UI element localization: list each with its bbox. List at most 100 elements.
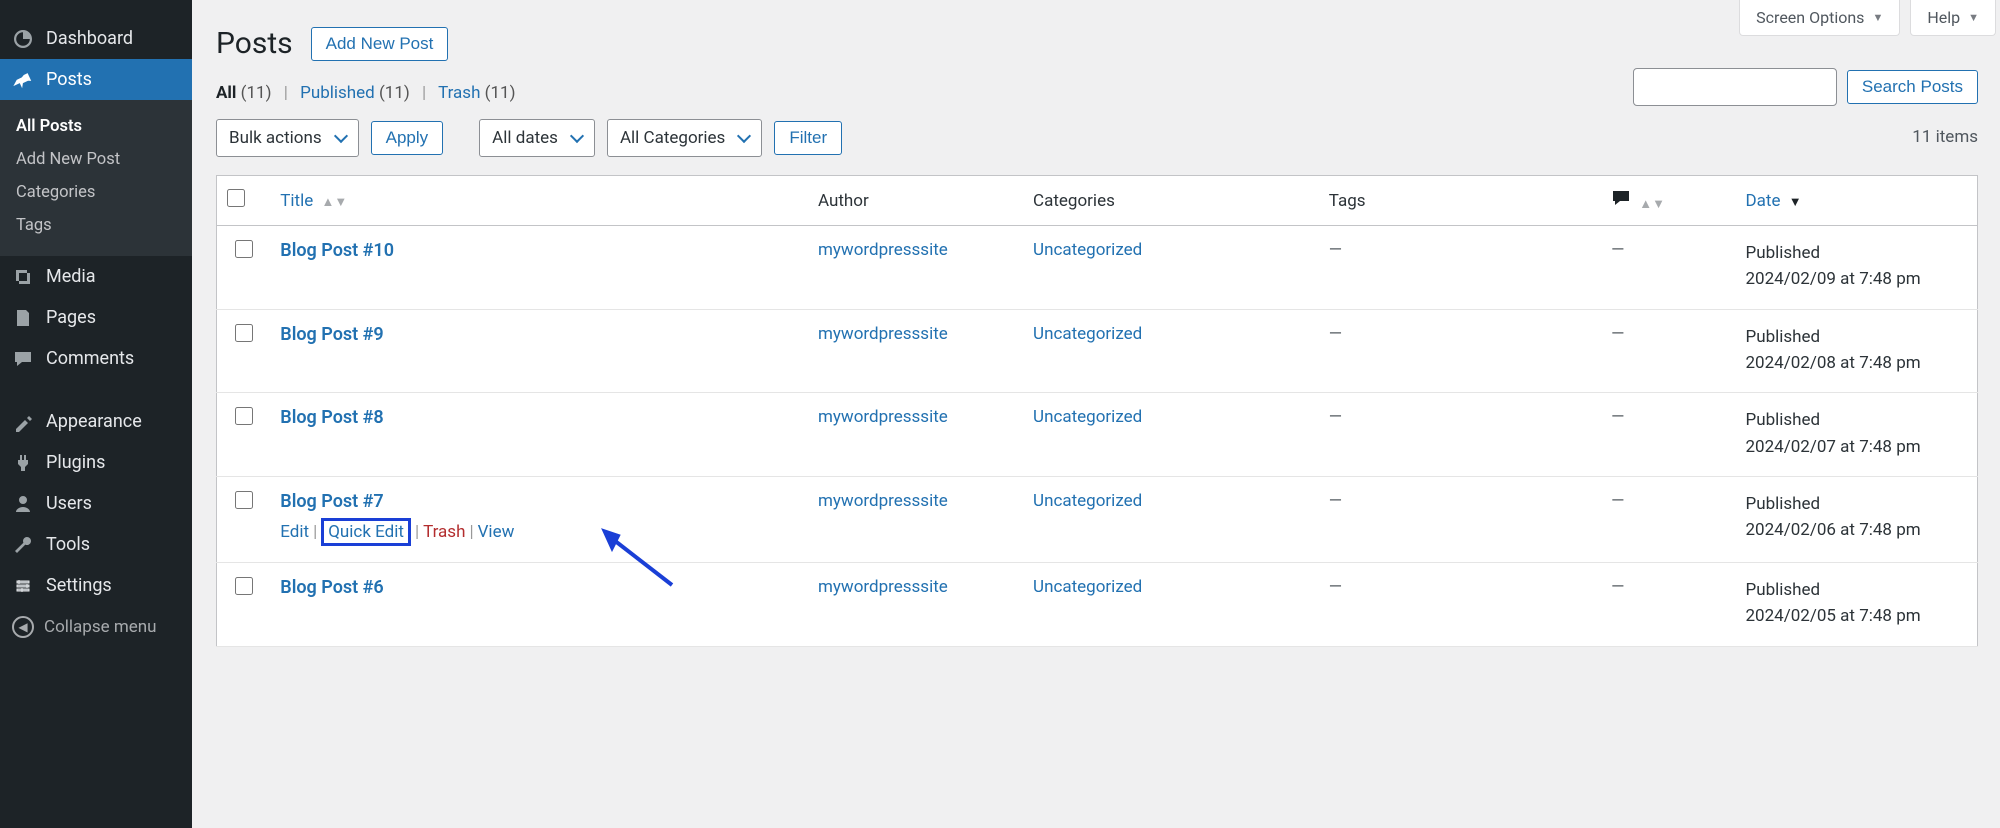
collapse-label: Collapse menu <box>44 617 157 637</box>
post-category-link[interactable]: Uncategorized <box>1033 491 1142 511</box>
status-published[interactable]: Published <box>300 83 375 103</box>
post-comments: — <box>1601 309 1735 393</box>
submenu-categories[interactable]: Categories <box>0 176 192 209</box>
page-title: Posts <box>216 26 293 61</box>
filter-row: Bulk actions Apply All dates All Categor… <box>216 119 1978 157</box>
help-button[interactable]: Help ▼ <box>1910 0 1996 36</box>
row-checkbox[interactable] <box>235 324 253 342</box>
menu-posts-label: Posts <box>46 69 92 90</box>
row-action-trash[interactable]: Trash <box>423 522 465 542</box>
post-title-link[interactable]: Blog Post #8 <box>280 407 383 428</box>
row-action-edit[interactable]: Edit <box>280 522 309 542</box>
row-checkbox[interactable] <box>235 407 253 425</box>
post-tags: — <box>1319 393 1601 477</box>
category-filter-select[interactable]: All Categories <box>607 119 762 157</box>
filter-button[interactable]: Filter <box>774 121 842 155</box>
add-new-post-button[interactable]: Add New Post <box>311 27 449 61</box>
table-row: Blog Post #9 mywordpresssite Uncategoriz… <box>217 309 1978 393</box>
page-header: Posts Add New Post <box>216 26 1978 61</box>
row-action-quick-edit[interactable]: Quick Edit <box>328 522 404 542</box>
menu-dashboard[interactable]: Dashboard <box>0 18 192 59</box>
submenu-add-new-post[interactable]: Add New Post <box>0 143 192 176</box>
submenu-tags[interactable]: Tags <box>0 209 192 242</box>
dashboard-icon <box>12 29 34 49</box>
bulk-actions-select[interactable]: Bulk actions <box>216 119 359 157</box>
post-title-link[interactable]: Blog Post #7 <box>280 491 383 512</box>
menu-dashboard-label: Dashboard <box>46 28 133 49</box>
post-category-link[interactable]: Uncategorized <box>1033 407 1142 427</box>
admin-sidebar: Dashboard Posts All Posts Add New Post C… <box>0 0 192 828</box>
post-title-link[interactable]: Blog Post #10 <box>280 240 394 261</box>
post-tags: — <box>1319 563 1601 647</box>
post-comments: — <box>1601 226 1735 310</box>
post-tags: — <box>1319 309 1601 393</box>
column-date[interactable]: Date <box>1746 191 1781 211</box>
post-date: Published2024/02/06 at 7:48 pm <box>1736 477 1978 563</box>
search-posts-button[interactable]: Search Posts <box>1847 70 1978 104</box>
menu-settings[interactable]: Settings <box>0 565 192 606</box>
menu-posts[interactable]: Posts <box>0 59 192 100</box>
post-date: Published2024/02/08 at 7:48 pm <box>1736 309 1978 393</box>
menu-plugins[interactable]: Plugins <box>0 442 192 483</box>
menu-pages-label: Pages <box>46 307 96 328</box>
post-comments: — <box>1601 563 1735 647</box>
menu-users-label: Users <box>46 493 92 514</box>
screen-options-button[interactable]: Screen Options ▼ <box>1739 0 1900 36</box>
submenu-all-posts[interactable]: All Posts <box>0 110 192 143</box>
post-date: Published2024/02/07 at 7:48 pm <box>1736 393 1978 477</box>
menu-users[interactable]: Users <box>0 483 192 524</box>
post-title-link[interactable]: Blog Post #6 <box>280 577 383 598</box>
row-actions: Edit|Quick Edit|Trash|View <box>280 518 798 546</box>
post-author-link[interactable]: mywordpresssite <box>818 240 948 260</box>
post-date: Published2024/02/05 at 7:48 pm <box>1736 563 1978 647</box>
row-action-view[interactable]: View <box>478 522 515 542</box>
row-checkbox[interactable] <box>235 240 253 258</box>
post-date: Published2024/02/09 at 7:48 pm <box>1736 226 1978 310</box>
menu-appearance[interactable]: Appearance <box>0 401 192 442</box>
status-all-count: (11) <box>241 83 272 103</box>
table-row: Blog Post #6 mywordpresssite Uncategoriz… <box>217 563 1978 647</box>
items-count: 11 items <box>1912 127 1978 147</box>
menu-tools[interactable]: Tools <box>0 524 192 565</box>
comments-column-icon[interactable] <box>1611 193 1635 213</box>
status-all[interactable]: All <box>216 83 236 103</box>
post-author-link[interactable]: mywordpresssite <box>818 407 948 427</box>
status-trash[interactable]: Trash <box>438 83 480 103</box>
status-published-count: (11) <box>379 83 410 103</box>
chevron-down-icon: ▼ <box>1968 11 1979 24</box>
apply-button[interactable]: Apply <box>371 121 444 155</box>
post-category-link[interactable]: Uncategorized <box>1033 577 1142 597</box>
sort-desc-icon: ▼ <box>1789 195 1802 210</box>
sort-icon: ▲▼ <box>321 195 347 210</box>
appearance-icon <box>12 412 34 432</box>
media-icon <box>12 267 34 287</box>
status-trash-count: (11) <box>485 83 516 103</box>
chevron-down-icon: ▼ <box>1872 11 1883 24</box>
post-title-link[interactable]: Blog Post #9 <box>280 324 383 345</box>
date-filter-select[interactable]: All dates <box>479 119 595 157</box>
menu-media[interactable]: Media <box>0 256 192 297</box>
post-category-link[interactable]: Uncategorized <box>1033 324 1142 344</box>
pages-icon <box>12 308 34 328</box>
row-checkbox[interactable] <box>235 491 253 509</box>
post-category-link[interactable]: Uncategorized <box>1033 240 1142 260</box>
post-author-link[interactable]: mywordpresssite <box>818 577 948 597</box>
menu-pages[interactable]: Pages <box>0 297 192 338</box>
posts-table: Title ▲▼ Author Categories Tags ▲▼ Date … <box>216 175 1978 647</box>
search-input[interactable] <box>1633 68 1837 106</box>
collapse-icon: ◀ <box>12 616 34 638</box>
column-categories: Categories <box>1023 176 1319 226</box>
post-author-link[interactable]: mywordpresssite <box>818 491 948 511</box>
settings-icon <box>12 576 34 596</box>
post-author-link[interactable]: mywordpresssite <box>818 324 948 344</box>
select-all-checkbox[interactable] <box>227 189 245 207</box>
post-comments: — <box>1601 393 1735 477</box>
screen-options-label: Screen Options <box>1756 8 1864 27</box>
collapse-menu[interactable]: ◀ Collapse menu <box>0 606 192 648</box>
column-title[interactable]: Title <box>280 191 313 211</box>
tools-icon <box>12 535 34 555</box>
row-checkbox[interactable] <box>235 577 253 595</box>
menu-comments[interactable]: Comments <box>0 338 192 379</box>
menu-appearance-label: Appearance <box>46 411 142 432</box>
menu-media-label: Media <box>46 266 96 287</box>
